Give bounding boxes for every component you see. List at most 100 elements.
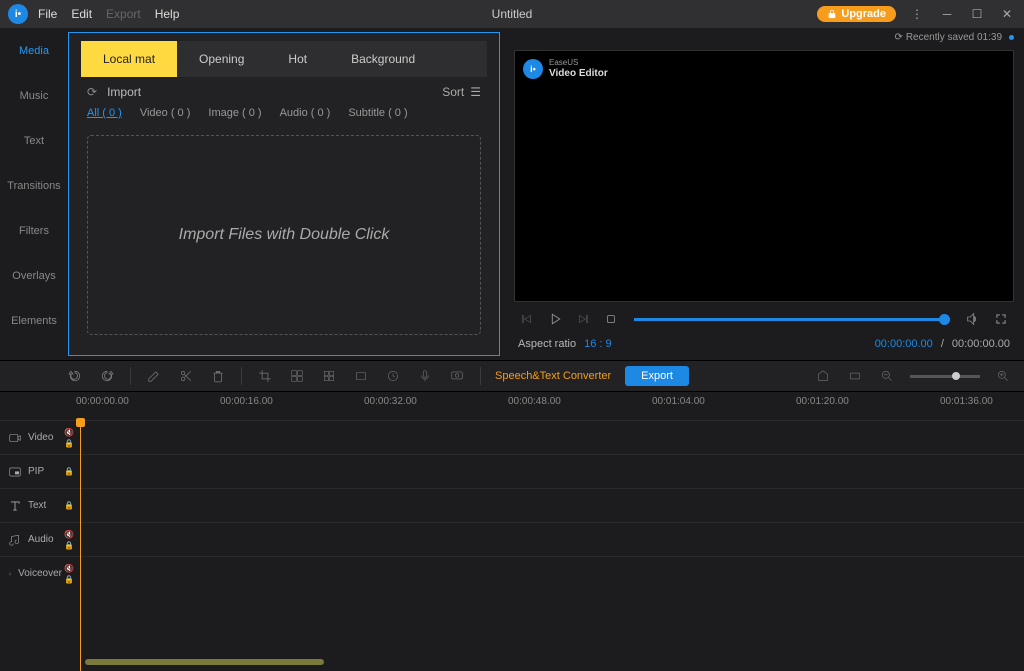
mute-icon[interactable]: 🔇: [64, 530, 74, 539]
track-label-text: Text: [0, 499, 62, 513]
freeze-button[interactable]: [352, 367, 370, 385]
ruler-mark: 00:01:04.00: [652, 396, 705, 407]
sidebar-item-transitions[interactable]: Transitions: [0, 163, 68, 208]
app-logo: i•: [8, 4, 28, 24]
zoom-in-button[interactable]: [994, 367, 1012, 385]
import-button[interactable]: Import: [107, 85, 141, 99]
menu-edit[interactable]: Edit: [71, 7, 92, 21]
redo-button[interactable]: [98, 367, 116, 385]
fit-button[interactable]: [846, 367, 864, 385]
tab-hot[interactable]: Hot: [266, 41, 329, 77]
tab-opening[interactable]: Opening: [177, 41, 266, 77]
tracks-container: Video 🔇🔒 PIP 🔒 Text 🔒 Audio 🔇🔒: [0, 420, 1024, 671]
menu-file[interactable]: File: [38, 7, 57, 21]
mute-icon[interactable]: 🔇: [64, 428, 74, 437]
sort-icon: ☰: [470, 85, 481, 99]
track-text[interactable]: Text 🔒: [0, 488, 1024, 522]
media-panel: Local mat Opening Hot Background ⟳ Impor…: [68, 32, 500, 356]
lock-icon[interactable]: 🔒: [64, 467, 74, 476]
prev-frame-button[interactable]: [518, 310, 536, 328]
zoom-slider-thumb[interactable]: [952, 372, 960, 380]
aspect-ratio-value[interactable]: 16 : 9: [584, 338, 612, 350]
menu-export: Export: [106, 7, 141, 21]
track-label-video: Video: [0, 431, 62, 445]
window-title: Untitled: [492, 7, 533, 21]
minimize-button[interactable]: ─: [938, 5, 956, 23]
sidebar-item-text[interactable]: Text: [0, 118, 68, 163]
sidebar-item-elements[interactable]: Elements: [0, 298, 68, 343]
seekbar-thumb[interactable]: [939, 314, 950, 325]
track-video[interactable]: Video 🔇 🔒: [0, 420, 1024, 454]
maximize-button[interactable]: ☐: [968, 5, 986, 23]
duration-button[interactable]: [384, 367, 402, 385]
filter-audio[interactable]: Audio ( 0 ): [280, 107, 331, 119]
zoom-tool-button[interactable]: [320, 367, 338, 385]
marker-button[interactable]: [814, 367, 832, 385]
filter-video[interactable]: Video ( 0 ): [140, 107, 191, 119]
aspect-ratio-label: Aspect ratio: [518, 338, 576, 350]
playhead[interactable]: [80, 420, 81, 671]
filter-subtitle[interactable]: Subtitle ( 0 ): [348, 107, 407, 119]
filter-image[interactable]: Image ( 0 ): [208, 107, 261, 119]
preview-panel: ⟳Recently saved 01:39 i• EaseUS Video Ed…: [504, 28, 1024, 360]
seekbar[interactable]: [634, 318, 950, 321]
audio-icon: [8, 533, 22, 547]
sidebar-item-overlays[interactable]: Overlays: [0, 253, 68, 298]
play-button[interactable]: [546, 310, 564, 328]
mic-icon: [8, 567, 12, 581]
track-audio[interactable]: Audio 🔇🔒: [0, 522, 1024, 556]
stop-button[interactable]: [602, 310, 620, 328]
lock-icon[interactable]: 🔒: [64, 501, 74, 510]
sidebar: Media Music Text Transitions Filters Ove…: [0, 28, 68, 360]
export-button[interactable]: Export: [625, 366, 689, 386]
more-icon[interactable]: ⋮: [908, 5, 926, 23]
titlebar: i• File Edit Export Help Untitled Upgrad…: [0, 0, 1024, 28]
menu-help[interactable]: Help: [155, 7, 180, 21]
lock-icon[interactable]: 🔒: [64, 575, 74, 584]
speech-text-converter-button[interactable]: Speech&Text Converter: [495, 370, 611, 382]
timeline: 00:00:00.00 00:00:16.00 00:00:32.00 00:0…: [0, 392, 1024, 671]
sidebar-item-media[interactable]: Media: [0, 28, 68, 73]
tab-local-material[interactable]: Local mat: [81, 41, 177, 77]
upgrade-button[interactable]: Upgrade: [817, 6, 896, 22]
sort-button[interactable]: Sort ☰: [442, 85, 481, 99]
mosaic-button[interactable]: [288, 367, 306, 385]
fullscreen-button[interactable]: [992, 310, 1010, 328]
screen-record-button[interactable]: [448, 367, 466, 385]
zoom-out-button[interactable]: [878, 367, 896, 385]
sidebar-item-filters[interactable]: Filters: [0, 208, 68, 253]
crop-button[interactable]: [256, 367, 274, 385]
track-pip[interactable]: PIP 🔒: [0, 454, 1024, 488]
zoom-slider[interactable]: [910, 375, 980, 378]
track-voiceover[interactable]: Voiceover 🔇🔒: [0, 556, 1024, 590]
volume-button[interactable]: [964, 310, 982, 328]
brand-logo-icon: i•: [523, 59, 543, 79]
ruler-mark: 00:01:20.00: [796, 396, 849, 407]
lock-icon[interactable]: 🔒: [64, 541, 74, 550]
import-icon[interactable]: ⟳: [87, 85, 97, 99]
lock-icon: [827, 9, 837, 19]
voiceover-tool-button[interactable]: [416, 367, 434, 385]
lock-icon[interactable]: 🔒: [64, 439, 74, 448]
split-button[interactable]: [177, 367, 195, 385]
filter-all[interactable]: All ( 0 ): [87, 107, 122, 119]
edit-button[interactable]: [145, 367, 163, 385]
close-button[interactable]: ✕: [998, 5, 1016, 23]
ruler-mark: 00:00:32.00: [364, 396, 417, 407]
text-icon: [8, 499, 22, 513]
mute-icon[interactable]: 🔇: [64, 564, 74, 573]
import-dropzone[interactable]: Import Files with Double Click: [87, 135, 481, 335]
delete-button[interactable]: [209, 367, 227, 385]
timeline-ruler[interactable]: 00:00:00.00 00:00:16.00 00:00:32.00 00:0…: [0, 392, 1024, 420]
sidebar-item-music[interactable]: Music: [0, 73, 68, 118]
time-current: 00:00:00.00: [875, 338, 933, 350]
recently-saved-label: ⟳Recently saved 01:39: [894, 32, 1014, 43]
timeline-scrollbar[interactable]: [85, 659, 324, 665]
next-frame-button[interactable]: [574, 310, 592, 328]
undo-button[interactable]: [66, 367, 84, 385]
tab-background[interactable]: Background: [329, 41, 437, 77]
preview-canvas[interactable]: i• EaseUS Video Editor: [514, 50, 1014, 302]
menu-bar: File Edit Export Help: [38, 7, 179, 21]
preview-watermark: i• EaseUS Video Editor: [523, 59, 608, 79]
ruler-mark: 00:01:36.00: [940, 396, 993, 407]
